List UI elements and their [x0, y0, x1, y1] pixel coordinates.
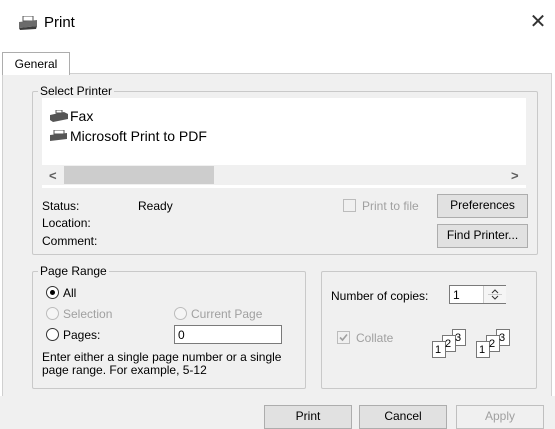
location-label: Location:: [42, 216, 91, 230]
selection-radio[interactable]: [46, 307, 59, 320]
spinner-arrows-icon: [488, 289, 502, 300]
scrollbar-thumb[interactable]: [64, 166, 214, 184]
collate-stack-2: 1 2 3: [476, 327, 518, 367]
collate-illustration: 1 2 3 1 2 3: [432, 327, 522, 367]
pages-input[interactable]: [174, 325, 282, 344]
apply-button[interactable]: Apply: [456, 405, 544, 429]
status-value: Ready: [138, 199, 173, 213]
title-bar: [0, 0, 555, 44]
printer-item-fax[interactable]: Fax: [42, 106, 526, 126]
number-of-copies-label: Number of copies:: [331, 289, 429, 303]
comment-label: Comment:: [42, 234, 98, 248]
print-button[interactable]: Print: [264, 405, 352, 429]
pages-label: Pages:: [63, 328, 101, 342]
collate-number: 3: [455, 332, 462, 344]
fax-icon: [50, 110, 68, 122]
pages-radio[interactable]: [46, 328, 59, 341]
print-to-file-label: Print to file: [362, 199, 419, 213]
page-range-hint: Enter either a single page number or a s…: [42, 350, 282, 377]
window-title: Print: [44, 14, 75, 31]
printer-item-microsoft-print-to-pdf[interactable]: Microsoft Print to PDF: [42, 126, 526, 146]
preferences-button[interactable]: Preferences: [437, 194, 528, 218]
collate-checkbox[interactable]: [337, 331, 350, 344]
collate-label: Collate: [356, 331, 394, 345]
printer-icon: [50, 130, 67, 141]
current-page-radio[interactable]: [174, 307, 187, 320]
collate-number: 1: [435, 344, 442, 356]
collate-stack-1: 1 2 3: [432, 327, 474, 367]
print-to-file-checkbox[interactable]: [343, 199, 356, 212]
select-printer-group-label: Select Printer: [38, 84, 115, 98]
scroll-right-arrow[interactable]: >: [511, 168, 519, 183]
printer-name: Microsoft Print to PDF: [70, 128, 207, 144]
collate-number: 3: [499, 332, 506, 344]
all-label: All: [63, 286, 77, 300]
check-icon: [339, 333, 348, 342]
radio-selected-dot: [50, 290, 55, 295]
selection-label: Selection: [63, 307, 113, 321]
copies-spinner[interactable]: [483, 286, 506, 303]
printer-name: Fax: [70, 108, 94, 124]
collate-number: 1: [479, 344, 486, 356]
collate-number: 2: [489, 338, 496, 350]
cancel-button[interactable]: Cancel: [359, 405, 447, 429]
tab-general[interactable]: General: [2, 52, 70, 75]
close-button[interactable]: ✕: [526, 10, 550, 34]
find-printer-button[interactable]: Find Printer...: [437, 224, 528, 248]
scroll-left-arrow[interactable]: <: [49, 168, 57, 183]
status-label: Status:: [42, 199, 80, 213]
printer-icon: [19, 16, 37, 30]
collate-number: 2: [445, 338, 452, 350]
page-range-group-label: Page Range: [38, 264, 109, 278]
current-page-label: Current Page: [191, 307, 263, 321]
all-radio[interactable]: [46, 286, 59, 299]
